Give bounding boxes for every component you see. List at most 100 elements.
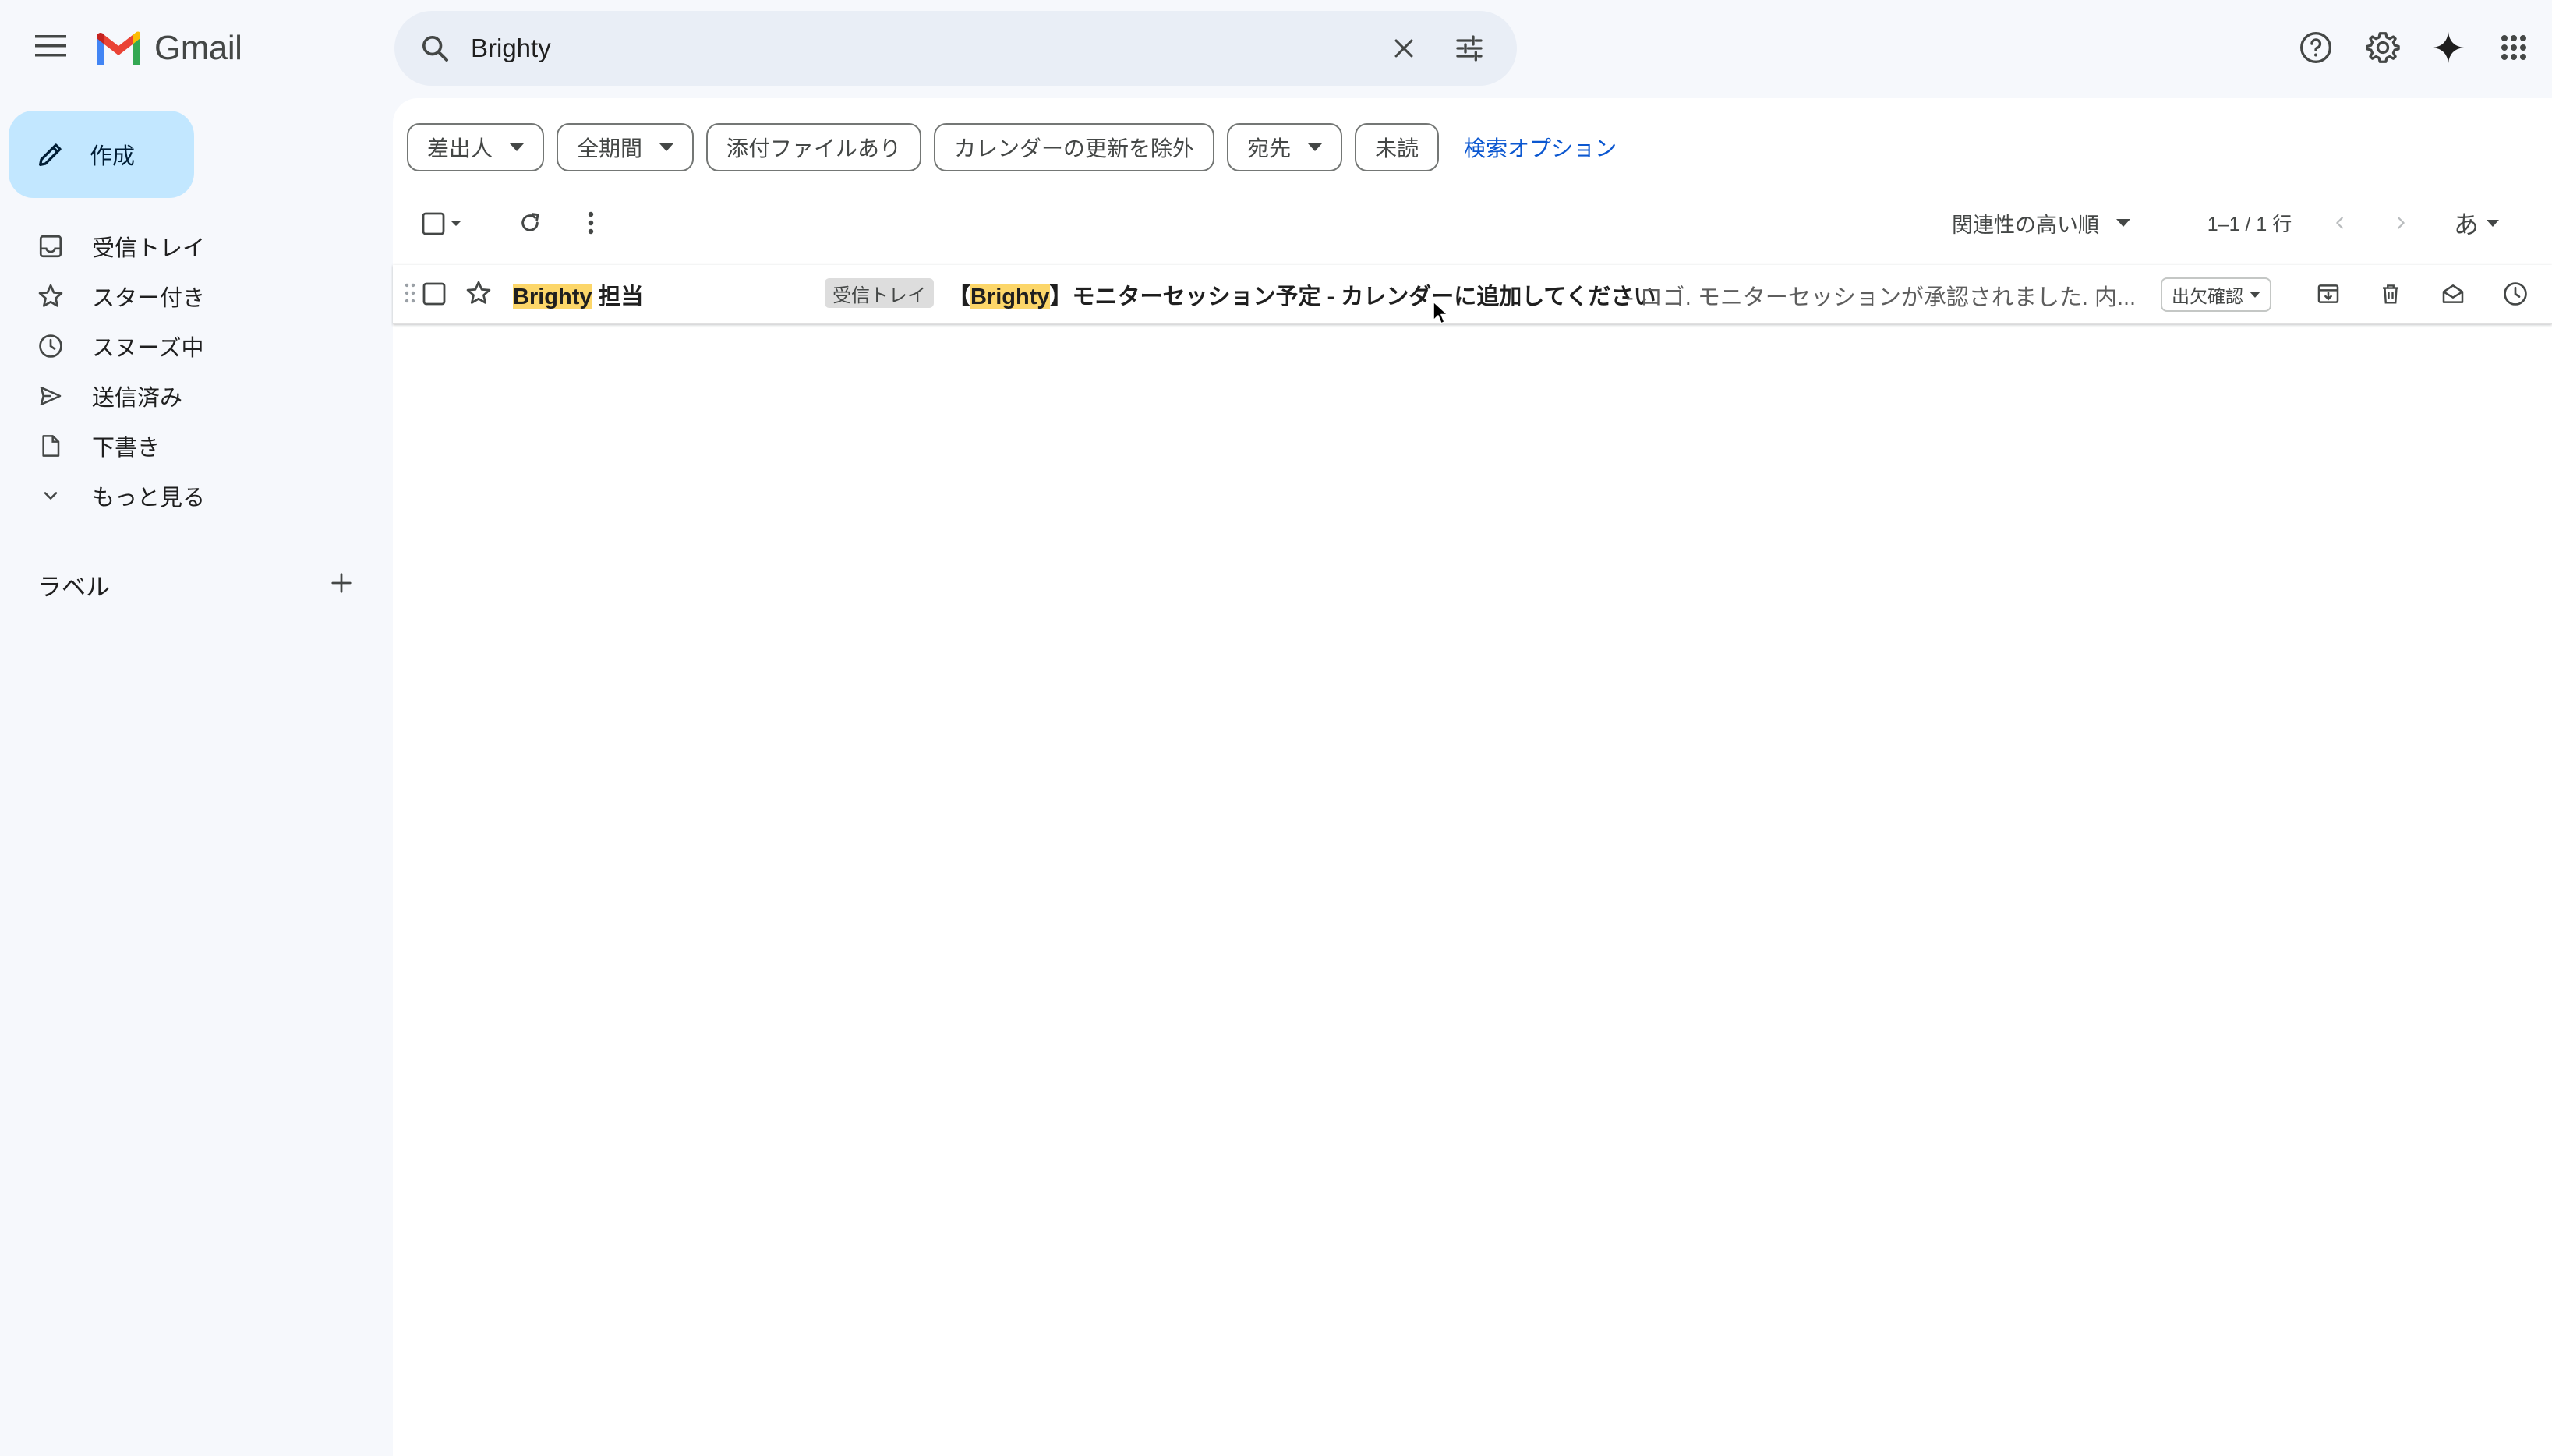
input-tools-button[interactable]: あ [2441,200,2511,246]
sort-dropdown[interactable]: 関連性の高い順 [1952,200,2162,246]
email-row[interactable]: Brighty 担当 受信トレイ 【Brighty】モニターセッション予定 - … [393,265,2552,324]
apps-grid-icon [2501,35,2526,60]
clock-icon [2504,282,2527,306]
sidebar-item-label: 送信済み [92,386,183,411]
help-button[interactable] [2292,23,2340,72]
filter-to-chip[interactable]: 宛先 [1227,123,1343,171]
sender-highlight: Brighty [513,284,592,309]
filter-unread-chip[interactable]: 未読 [1355,123,1440,171]
mark-as-read-button[interactable] [2435,276,2471,312]
chip-label: 差出人 [427,136,493,161]
labels-heading: ラベル [37,574,110,601]
filter-attachment-chip[interactable]: 添付ファイルあり [706,123,922,171]
next-page-button[interactable] [2382,200,2419,246]
sidebar-item-more[interactable]: もっと見る [0,471,382,521]
rsvp-label: 出欠確認 [2172,286,2243,306]
send-icon [34,380,67,412]
mouse-cursor-icon [1433,301,1448,324]
chip-label: 未読 [1375,136,1419,161]
sidebar-item-label: スヌーズ中 [92,336,204,361]
create-label-button[interactable] [324,566,359,600]
caret-down-icon [1308,143,1323,151]
settings-button[interactable] [2359,23,2407,72]
prev-page-button[interactable] [2321,200,2359,246]
search-icon[interactable] [413,27,457,70]
inbox-label-tag[interactable]: 受信トレイ [825,278,934,308]
more-actions-button[interactable] [572,200,610,246]
apps-button[interactable] [2490,23,2538,72]
chevron-down-icon [34,479,67,512]
input-tool-label: あ [2453,210,2479,239]
pagination-text: 1–1 / 1 行 [2207,214,2292,235]
sidebar-item-label: 下書き [92,436,161,461]
chip-label: 宛先 [1247,136,1292,161]
sidebar-item-starred[interactable]: スター付き [0,271,382,321]
checkbox-dropdown-icon [422,212,461,235]
filter-from-chip[interactable]: 差出人 [407,123,545,171]
gmail-wordmark: Gmail [154,29,242,67]
rsvp-dropdown[interactable]: 出欠確認 [2161,277,2271,312]
sidebar-nav: 受信トレイ スター付き スヌーズ中 送信済み 下書き もっと見る [0,221,390,521]
gemini-button[interactable] [2424,23,2472,72]
plus-icon [331,573,352,593]
email-sender: Brighty 担当 [513,278,644,311]
clear-search-button[interactable] [1381,26,1426,71]
archive-button[interactable] [2310,276,2346,312]
list-toolbar: 関連性の高い順 1–1 / 1 行 あ [407,200,2543,246]
caret-down-icon [2487,219,2499,227]
mail-open-icon [2442,284,2464,303]
drag-handle-icon[interactable] [404,281,416,306]
main-menu-button[interactable] [28,23,73,69]
inbox-icon [34,230,67,263]
help-icon [2300,32,2331,63]
select-all-checkbox[interactable] [407,200,474,246]
search-bar[interactable]: Brighty [394,11,1517,86]
archive-icon [2317,284,2339,303]
sidebar-item-drafts[interactable]: 下書き [0,421,382,471]
gmail-m-icon [97,31,140,65]
delete-button[interactable] [2373,276,2409,312]
chevron-left-icon [2336,217,2343,229]
filter-exclude-calendar-chip[interactable]: カレンダーの更新を除外 [934,123,1215,171]
sidebar-item-label: 受信トレイ [92,236,206,261]
gmail-logo[interactable]: Gmail [94,23,242,73]
chip-label: 添付ファイルあり [726,136,902,161]
gear-icon [2366,32,2400,63]
subject-highlight: Brighty [970,284,1050,309]
refresh-button[interactable] [511,200,549,246]
sort-label: 関連性の高い順 [1952,213,2099,237]
sidebar-item-snoozed[interactable]: スヌーズ中 [0,321,382,371]
search-filter-chips: 差出人 全期間 添付ファイルあり カレンダーの更新を除外 宛先 未読 検索オプシ… [407,123,1617,171]
refresh-icon [521,213,539,231]
sender-rest: 担当 [592,284,644,309]
star-icon[interactable] [465,279,493,307]
caret-down-icon [2250,292,2260,298]
subject-prefix: 【 [948,284,971,309]
clock-icon [34,330,67,362]
chip-label: カレンダーの更新を除外 [954,136,1195,161]
search-options-button[interactable] [1447,26,1492,71]
star-icon [34,280,67,313]
caret-down-icon [510,143,525,151]
pagination-info: 1–1 / 1 行 [2203,200,2296,246]
row-checkbox[interactable] [422,282,446,306]
compose-label: 作成 [90,144,136,169]
close-icon [1394,39,1413,58]
chevron-right-icon [2398,217,2405,229]
tune-icon [1456,35,1483,62]
pencil-icon [39,143,62,166]
advanced-search-link[interactable]: 検索オプション [1464,132,1617,163]
sparkle-icon [2432,31,2465,64]
filter-time-chip[interactable]: 全期間 [557,123,695,171]
search-input[interactable]: Brighty [471,34,1381,63]
sidebar-item-sent[interactable]: 送信済み [0,371,382,421]
more-vert-icon [588,211,594,235]
snooze-button[interactable] [2497,276,2533,312]
hamburger-icon [35,35,66,57]
caret-down-icon [2116,219,2130,227]
sidebar-item-inbox[interactable]: 受信トレイ [0,221,382,271]
caret-down-icon [659,143,674,151]
compose-button[interactable]: 作成 [9,111,194,198]
sidebar-item-label: もっと見る [92,486,206,511]
draft-icon [34,429,67,462]
